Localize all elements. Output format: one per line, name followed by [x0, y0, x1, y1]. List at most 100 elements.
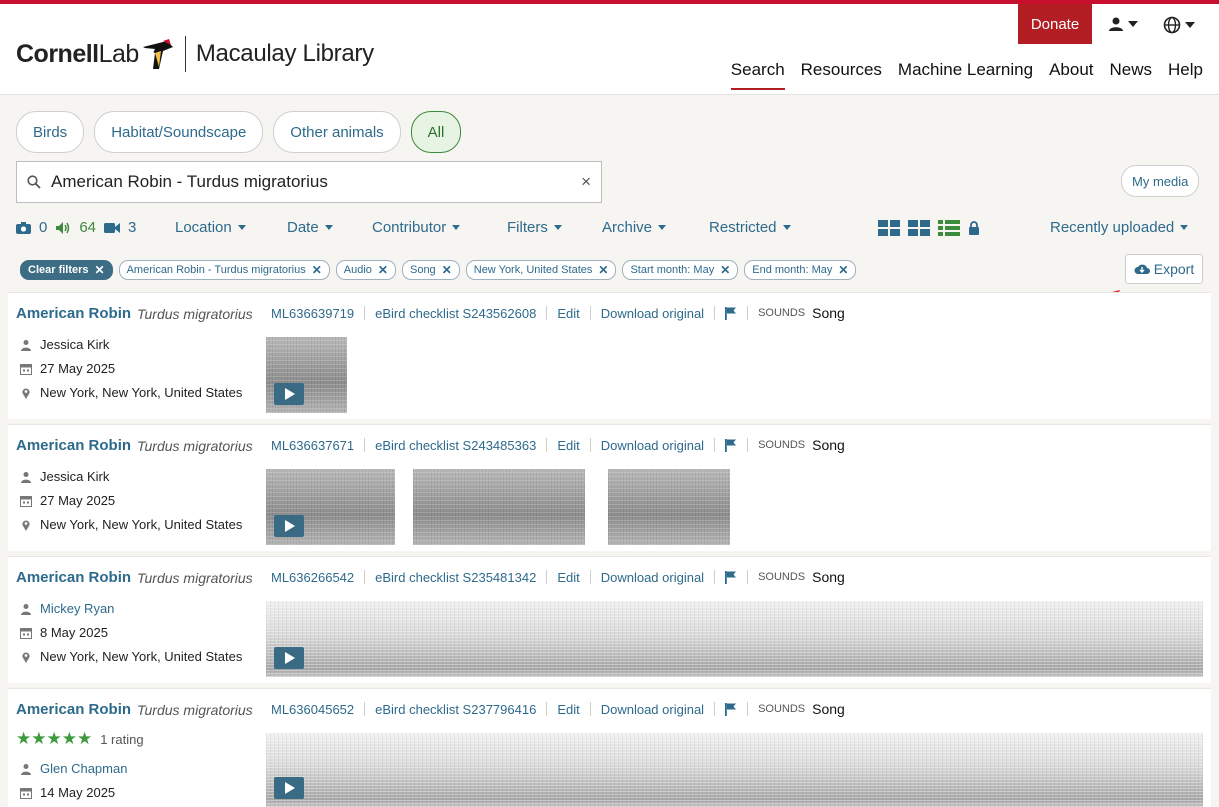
species-name[interactable]: American Robin	[16, 437, 131, 454]
spectrogram-thumbnail[interactable]	[413, 469, 585, 545]
scientific-name: Turdus migratorius	[137, 570, 253, 586]
filter-chip-location[interactable]: New York, United States ✕	[465, 260, 617, 280]
chip-label: Audio	[343, 264, 372, 276]
location-dropdown[interactable]: Location	[175, 219, 246, 236]
sound-type: Song	[812, 305, 845, 321]
download-original-link[interactable]: Download original	[601, 702, 704, 717]
flag-icon[interactable]	[725, 702, 737, 716]
speaker-icon[interactable]	[55, 221, 71, 235]
flag-icon[interactable]	[725, 306, 737, 320]
checklist-link[interactable]: eBird checklist S243562608	[375, 306, 536, 321]
species-name[interactable]: American Robin	[16, 569, 131, 586]
clear-search-icon[interactable]: ×	[581, 172, 591, 192]
filter-chip-start-month[interactable]: Start month: May ✕	[622, 260, 739, 280]
donate-button[interactable]: Donate	[1018, 4, 1092, 44]
observation-date: 27 May 2025	[40, 361, 116, 376]
nav-news[interactable]: News	[1110, 60, 1153, 90]
species-search-box[interactable]: ×	[16, 161, 602, 203]
edit-link[interactable]: Edit	[557, 438, 579, 453]
checklist-link[interactable]: eBird checklist S235481342	[375, 570, 536, 585]
result-links: ML636045652 eBird checklist S237796416 E…	[271, 701, 845, 717]
filter-chip-species[interactable]: American Robin - Turdus migratorius ✕	[118, 260, 330, 280]
edit-link[interactable]: Edit	[557, 570, 579, 585]
cornell-lab-logo[interactable]: CornellLab Macaulay Library	[16, 36, 374, 72]
ml-id-link[interactable]: ML636637671	[271, 438, 354, 453]
export-button[interactable]: Export	[1125, 254, 1203, 284]
account-menu[interactable]	[1108, 16, 1138, 32]
my-media-button[interactable]: My media	[1121, 165, 1200, 197]
filter-chip-end-month[interactable]: End month: May ✕	[744, 260, 857, 280]
close-icon[interactable]: ✕	[598, 263, 608, 277]
search-input[interactable]	[49, 171, 582, 193]
video-count[interactable]: 3	[128, 219, 136, 236]
nav-resources[interactable]: Resources	[801, 60, 882, 90]
spectrogram-thumbnail[interactable]	[266, 469, 395, 545]
list-view-icon[interactable]	[938, 220, 960, 236]
chevron-down-icon	[1180, 225, 1189, 230]
audio-count[interactable]: 64	[79, 219, 96, 236]
observation-location: New York, New York, United States	[40, 649, 243, 664]
divider	[364, 702, 366, 716]
spectrogram-thumbnail[interactable]	[266, 601, 1203, 677]
spectrogram-thumbnail[interactable]	[266, 337, 347, 413]
close-icon[interactable]: ✕	[378, 263, 388, 277]
tab-habitat-soundscape[interactable]: Habitat/Soundscape	[94, 111, 264, 153]
spectrogram-thumbnail[interactable]	[608, 469, 730, 545]
ml-id-link[interactable]: ML636045652	[271, 702, 354, 717]
view-switcher	[878, 220, 980, 236]
contributor-link[interactable]: Glen Chapman	[40, 761, 127, 776]
nav-help[interactable]: Help	[1168, 60, 1203, 90]
contributor-dropdown[interactable]: Contributor	[372, 219, 461, 236]
species-name[interactable]: American Robin	[16, 701, 131, 718]
media-counts: 0 64 3	[16, 219, 136, 236]
photo-count[interactable]: 0	[39, 219, 47, 236]
contributor-link[interactable]: Mickey Ryan	[40, 601, 114, 616]
clear-filters-button[interactable]: Clear filters ✕	[20, 260, 113, 280]
tab-all[interactable]: All	[410, 111, 462, 153]
edit-link[interactable]: Edit	[557, 306, 579, 321]
flag-icon[interactable]	[725, 570, 737, 584]
nav-machine-learning[interactable]: Machine Learning	[898, 60, 1033, 90]
language-menu[interactable]	[1163, 16, 1195, 34]
nav-search[interactable]: Search	[730, 60, 785, 90]
restricted-dropdown[interactable]: Restricted	[709, 219, 791, 236]
checklist-link[interactable]: eBird checklist S237796416	[375, 702, 536, 717]
category-tabs: Birds Habitat/Soundscape Other animals A…	[16, 111, 462, 153]
lock-icon[interactable]	[968, 221, 980, 235]
camera-icon[interactable]	[16, 221, 31, 234]
ml-id-link[interactable]: ML636639719	[271, 306, 354, 321]
archive-dropdown[interactable]: Archive	[602, 219, 667, 236]
date-dropdown[interactable]: Date	[287, 219, 333, 236]
download-original-link[interactable]: Download original	[601, 570, 704, 585]
large-grid-view-icon[interactable]	[878, 220, 900, 236]
filter-chip-song[interactable]: Song ✕	[401, 260, 460, 280]
divider	[589, 438, 591, 452]
spectrogram-thumbnail[interactable]	[266, 733, 1203, 807]
flag-icon[interactable]	[725, 438, 737, 452]
play-icon[interactable]	[274, 383, 304, 405]
ml-id-link[interactable]: ML636266542	[271, 570, 354, 585]
tab-birds[interactable]: Birds	[16, 111, 85, 153]
close-icon[interactable]: ✕	[838, 263, 848, 277]
download-original-link[interactable]: Download original	[601, 438, 704, 453]
video-icon[interactable]	[104, 222, 121, 234]
checklist-link[interactable]: eBird checklist S243485363	[375, 438, 536, 453]
filter-chip-audio[interactable]: Audio ✕	[335, 260, 396, 280]
play-icon[interactable]	[274, 515, 304, 537]
play-icon[interactable]	[274, 647, 304, 669]
logo-divider	[184, 36, 186, 72]
sort-dropdown[interactable]: Recently uploaded	[1050, 219, 1189, 236]
edit-link[interactable]: Edit	[557, 702, 579, 717]
nav-about[interactable]: About	[1049, 60, 1093, 90]
grid-view-icon[interactable]	[908, 220, 930, 236]
contributor-row: Jessica Kirk	[20, 469, 109, 484]
close-icon[interactable]: ✕	[720, 263, 730, 277]
species-name[interactable]: American Robin	[16, 305, 131, 322]
download-original-link[interactable]: Download original	[601, 306, 704, 321]
filters-dropdown[interactable]: Filters	[507, 219, 562, 236]
tab-other-animals[interactable]: Other animals	[273, 111, 401, 153]
close-icon[interactable]: ✕	[312, 263, 322, 277]
play-icon[interactable]	[274, 777, 304, 799]
star-rating[interactable]: ★★★★★ 1 rating	[16, 729, 144, 749]
close-icon[interactable]: ✕	[442, 263, 452, 277]
